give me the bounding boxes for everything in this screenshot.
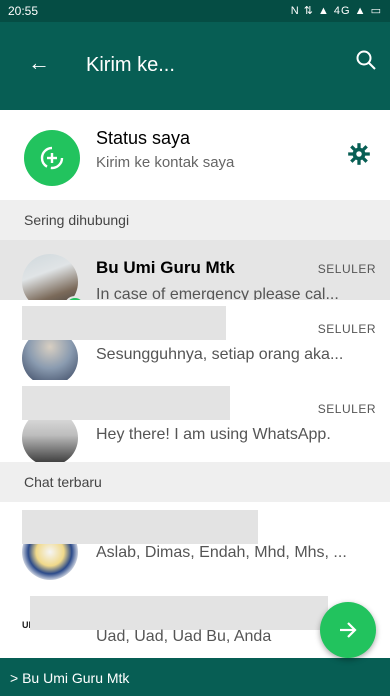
status-indicators: N ⇅ ▲ 4G ▲ ▭: [290, 5, 382, 17]
my-status-row[interactable]: Status saya Kirim ke kontak saya: [0, 110, 390, 200]
status-avatar: [24, 130, 80, 186]
contact-message: Sesungguhnya, setiap orang aka...: [96, 346, 344, 363]
contact-type: SELULER: [317, 322, 376, 336]
arrow-right-icon: [340, 622, 357, 638]
status-plus-icon: [40, 146, 64, 170]
contact-message: Hey there! I am using WhatsApp.: [96, 426, 331, 443]
redacted-name: [22, 386, 230, 420]
selection-bar: > Bu Umi Guru Mtk: [0, 658, 390, 696]
contact-type: SELULER: [317, 402, 376, 416]
contact-name: Bu Umi Guru Mtk: [96, 258, 235, 277]
contact-type: SELULER: [317, 262, 376, 276]
chat-message: Aslab, Dimas, Endah, Mhd, Mhs, ...: [96, 544, 347, 561]
redacted-name: [22, 510, 258, 544]
back-arrow-icon[interactable]: ←: [28, 50, 50, 76]
send-button[interactable]: [320, 602, 376, 658]
gear-icon[interactable]: [348, 143, 370, 165]
selected-contacts-label: > Bu Umi Guru Mtk: [10, 670, 130, 686]
my-status-subtitle: Kirim ke kontak saya: [96, 154, 235, 171]
status-bar: 20:55 N ⇅ ▲ 4G ▲ ▭: [0, 0, 390, 22]
redacted-name: [30, 596, 328, 630]
section-header-recent: Chat terbaru: [0, 462, 390, 502]
contact-row[interactable]: SELULER Hey there! I am using WhatsApp.: [0, 380, 390, 468]
chat-row[interactable]: Aslab, Dimas, Endah, Mhd, Mhs, ...: [0, 502, 390, 590]
contact-row[interactable]: SELULER Sesungguhnya, setiap orang aka..…: [0, 300, 390, 388]
search-icon[interactable]: [354, 48, 378, 72]
page-title: Kirim ke...: [86, 54, 175, 76]
redacted-name: [22, 306, 226, 340]
app-bar: ← Kirim ke...: [0, 22, 390, 110]
section-header-frequent: Sering dihubungi: [0, 200, 390, 240]
my-status-title: Status saya: [96, 128, 191, 148]
status-time: 20:55: [8, 4, 39, 18]
